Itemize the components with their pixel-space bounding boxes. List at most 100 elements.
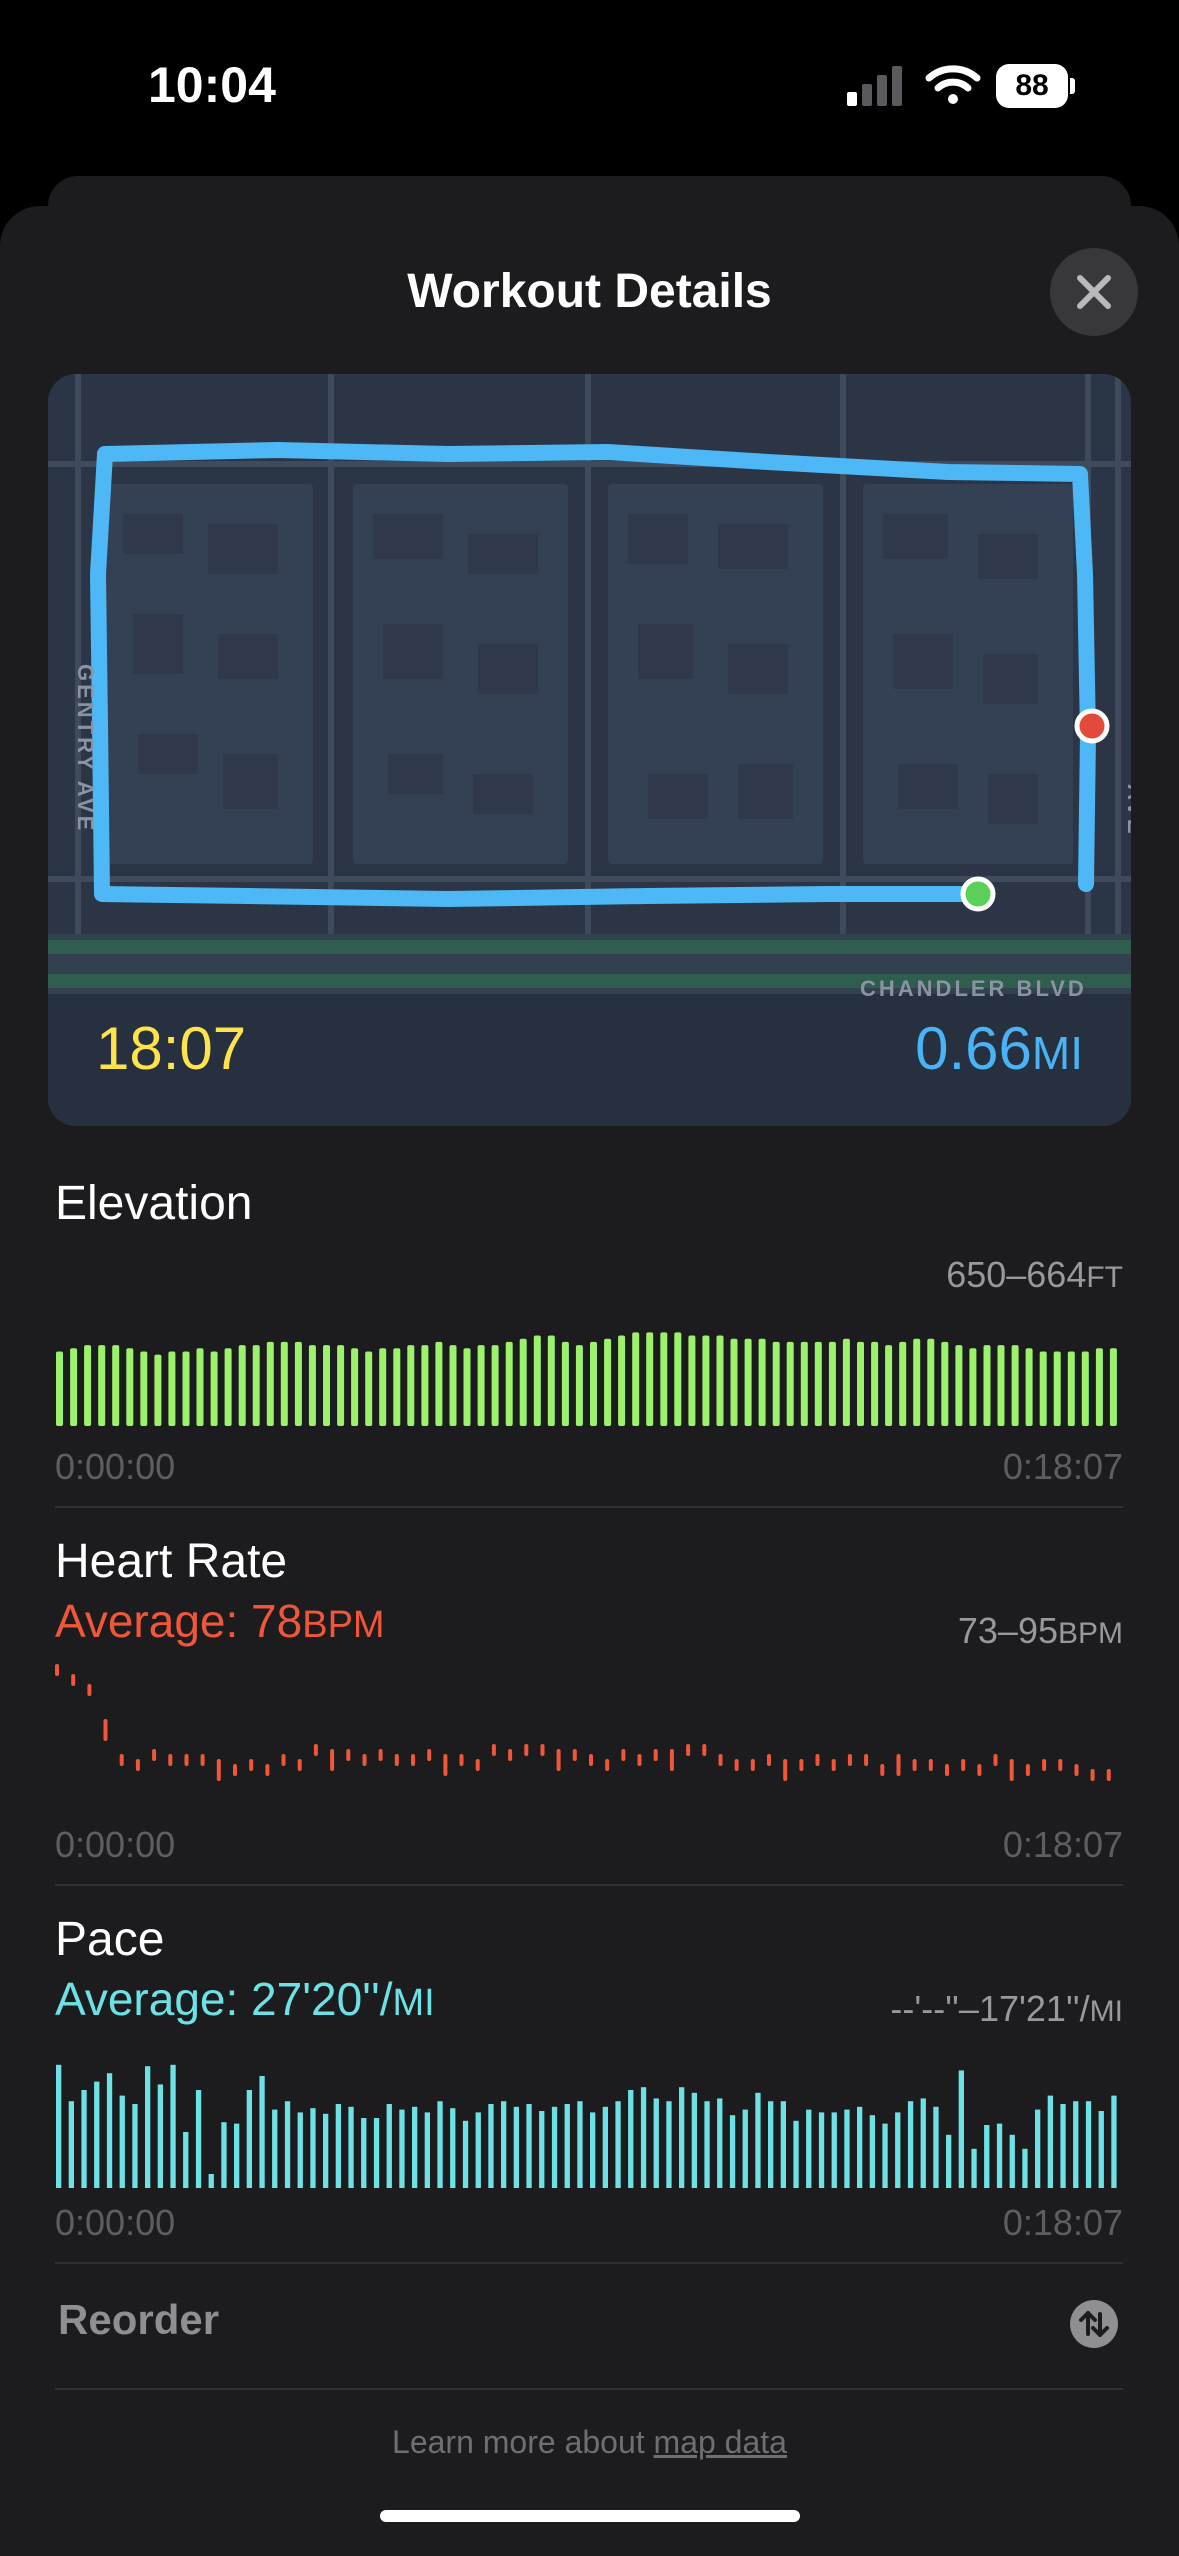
pace-bar bbox=[373, 2118, 380, 2188]
close-icon bbox=[1077, 275, 1111, 309]
pace-range-unit: MI bbox=[1089, 1995, 1123, 2028]
chart-bar bbox=[533, 1335, 541, 1426]
pace-bar bbox=[920, 2098, 926, 2188]
pace-chart bbox=[56, 2064, 1117, 2188]
pace-bar bbox=[590, 2112, 596, 2188]
street-label-ave: AVE bbox=[1123, 784, 1131, 837]
chart-bar bbox=[604, 1338, 612, 1426]
route-map[interactable]: GENTRY AVE AVE CHANDLER BLVD 18:07 0.66M… bbox=[48, 374, 1131, 1126]
chart-bar bbox=[927, 1338, 935, 1426]
route-start-marker bbox=[960, 876, 996, 912]
reorder-arrows-icon bbox=[1079, 2311, 1109, 2337]
pace-bar bbox=[653, 2098, 659, 2188]
heart-rate-average-value: Average: 78 bbox=[55, 1595, 303, 1647]
chart-bar bbox=[758, 1338, 766, 1426]
heart-rate-range: 73–95BPM bbox=[958, 1610, 1123, 1652]
pace-bar bbox=[539, 2111, 545, 2188]
heart-rate-axis-end: 0:18:07 bbox=[1002, 1824, 1123, 1865]
pace-bar bbox=[94, 2081, 100, 2188]
chart-bar bbox=[800, 1341, 808, 1426]
chart-bar bbox=[632, 1332, 640, 1426]
pace-bar bbox=[895, 2112, 901, 2188]
chart-bar bbox=[435, 1341, 443, 1426]
pace-range: --'--''–17'21''/MI bbox=[890, 1988, 1123, 2030]
pace-bar bbox=[971, 2148, 977, 2188]
pace-bar bbox=[882, 2123, 888, 2188]
chart-bar bbox=[379, 1348, 387, 1426]
elevation-chart bbox=[56, 1332, 1117, 1426]
pace-bar bbox=[780, 2101, 786, 2188]
pace-bar bbox=[666, 2101, 672, 2188]
pace-bar bbox=[996, 2123, 1003, 2188]
chart-bar bbox=[463, 1348, 471, 1426]
heart-rate-average: Average: 78BPM bbox=[55, 1594, 385, 1648]
chart-bar bbox=[716, 1335, 724, 1426]
chart-bar bbox=[828, 1341, 836, 1426]
chart-bar bbox=[575, 1345, 583, 1426]
pace-bar bbox=[348, 2106, 354, 2188]
pace-bar bbox=[742, 2109, 748, 2188]
pace-bar bbox=[412, 2106, 418, 2188]
pace-bar bbox=[1111, 2095, 1117, 2188]
chart-bar bbox=[1039, 1351, 1047, 1426]
heart-rate-chart bbox=[55, 1664, 1111, 1781]
sheet-title: Workout Details bbox=[407, 265, 772, 318]
pace-bar bbox=[488, 2104, 494, 2188]
pace-axis-start: 0:00:00 bbox=[55, 2202, 176, 2243]
pace-bar bbox=[119, 2095, 125, 2188]
pace-bar bbox=[1085, 2101, 1092, 2188]
pace-bar bbox=[933, 2106, 939, 2188]
reorder-label[interactable]: Reorder bbox=[58, 2296, 219, 2344]
pace-bar bbox=[1022, 2148, 1028, 2188]
pace-bar bbox=[768, 2101, 774, 2188]
elevation-range: 650–664FT bbox=[946, 1254, 1123, 1296]
distance-unit: MI bbox=[1031, 1027, 1083, 1079]
chart-bar bbox=[772, 1341, 780, 1426]
status-time: 10:04 bbox=[148, 57, 276, 113]
divider bbox=[55, 2262, 1123, 2264]
pace-bar bbox=[284, 2101, 291, 2188]
pace-bar bbox=[272, 2109, 278, 2188]
wifi-icon bbox=[925, 65, 981, 104]
pace-bar bbox=[221, 2122, 227, 2188]
pace-section: Pace Average: 27'20''/MI --'--''–17'21''… bbox=[55, 1912, 1123, 2243]
chart-bar bbox=[730, 1338, 738, 1426]
pace-bar bbox=[234, 2123, 240, 2188]
reorder-button[interactable] bbox=[1070, 2300, 1118, 2348]
pace-bar bbox=[844, 2109, 850, 2188]
home-indicator[interactable] bbox=[380, 2510, 800, 2522]
pace-bar bbox=[869, 2115, 875, 2188]
chart-bar bbox=[365, 1351, 373, 1426]
chart-bar bbox=[477, 1345, 485, 1426]
heart-rate-range-value: 73–95 bbox=[957, 1610, 1058, 1651]
chart-bar bbox=[308, 1345, 316, 1426]
chart-bar bbox=[1081, 1351, 1089, 1426]
pace-bar bbox=[259, 2076, 265, 2188]
elevation-axis-end: 0:18:07 bbox=[1002, 1446, 1123, 1487]
pace-bar bbox=[628, 2090, 634, 2188]
chart-bar bbox=[491, 1345, 499, 1426]
pace-average: Average: 27'20''/MI bbox=[55, 1972, 435, 2026]
pace-bar bbox=[704, 2101, 710, 2188]
battery-level: 88 bbox=[996, 64, 1068, 108]
map-data-link[interactable]: map data bbox=[654, 2424, 787, 2460]
elevation-title: Elevation bbox=[55, 1177, 253, 1230]
elevation-section: Elevation 650–664FT 0:00:00 0:18:07 bbox=[55, 1176, 1123, 1487]
pace-bar bbox=[946, 2134, 952, 2188]
chart-bar bbox=[182, 1351, 190, 1426]
chart-bar bbox=[154, 1354, 162, 1426]
pace-bar bbox=[450, 2108, 456, 2188]
pace-bar bbox=[183, 2132, 189, 2188]
chart-bar bbox=[421, 1345, 429, 1426]
pace-bar bbox=[208, 2174, 214, 2188]
chart-bar bbox=[618, 1335, 626, 1426]
pace-range-value: --'--''–17'21''/ bbox=[890, 1988, 1090, 2029]
chart-bar bbox=[337, 1345, 345, 1426]
pace-bar bbox=[437, 2101, 443, 2188]
chart-bar bbox=[674, 1332, 682, 1426]
pace-bar bbox=[56, 2064, 62, 2188]
close-button[interactable] bbox=[1050, 248, 1138, 336]
pace-bar bbox=[106, 2073, 113, 2188]
chart-bar bbox=[210, 1351, 218, 1426]
pace-bar bbox=[640, 2087, 647, 2188]
